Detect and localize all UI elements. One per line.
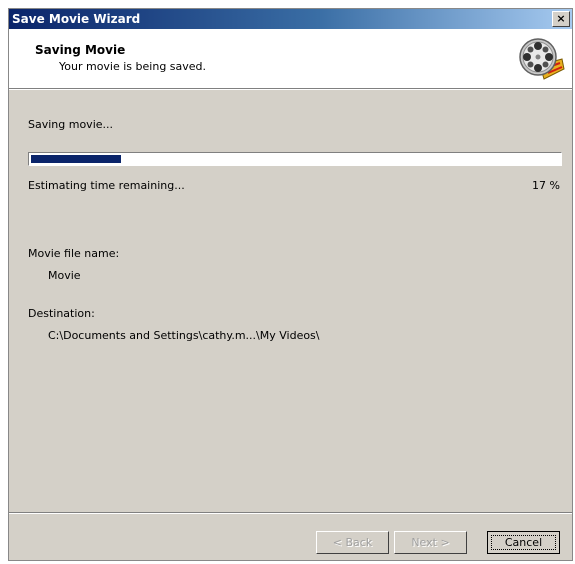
header-title: Saving Movie: [35, 43, 126, 57]
save-progress-bar: [28, 152, 562, 166]
close-button[interactable]: ×: [552, 11, 570, 27]
title-bar[interactable]: Save Movie Wizard ×: [9, 9, 572, 29]
cancel-button[interactable]: Cancel: [487, 531, 560, 554]
movie-file-name-label: Movie file name:: [28, 247, 120, 260]
progress-percent: 17 %: [532, 179, 560, 192]
next-button[interactable]: Next >: [394, 531, 467, 554]
destination-label: Destination:: [28, 307, 95, 320]
time-remaining-status: Estimating time remaining...: [28, 179, 185, 192]
movie-file-name-value: Movie: [48, 269, 81, 282]
wizard-header: Saving Movie Your movie is being saved.: [9, 29, 572, 89]
film-reel-icon: [519, 38, 565, 80]
saving-movie-label: Saving movie...: [28, 118, 114, 131]
progress-fill: [31, 155, 121, 163]
save-movie-wizard-window: Save Movie Wizard × Saving Movie Your mo…: [8, 8, 573, 561]
footer-divider: [9, 512, 572, 514]
window-title: Save Movie Wizard: [12, 12, 141, 26]
destination-value: C:\Documents and Settings\cathy.m...\My …: [48, 329, 320, 342]
cancel-button-label: Cancel: [491, 535, 556, 550]
header-divider: [9, 89, 572, 90]
header-subtitle: Your movie is being saved.: [59, 60, 207, 73]
back-button[interactable]: < Back: [316, 531, 389, 554]
